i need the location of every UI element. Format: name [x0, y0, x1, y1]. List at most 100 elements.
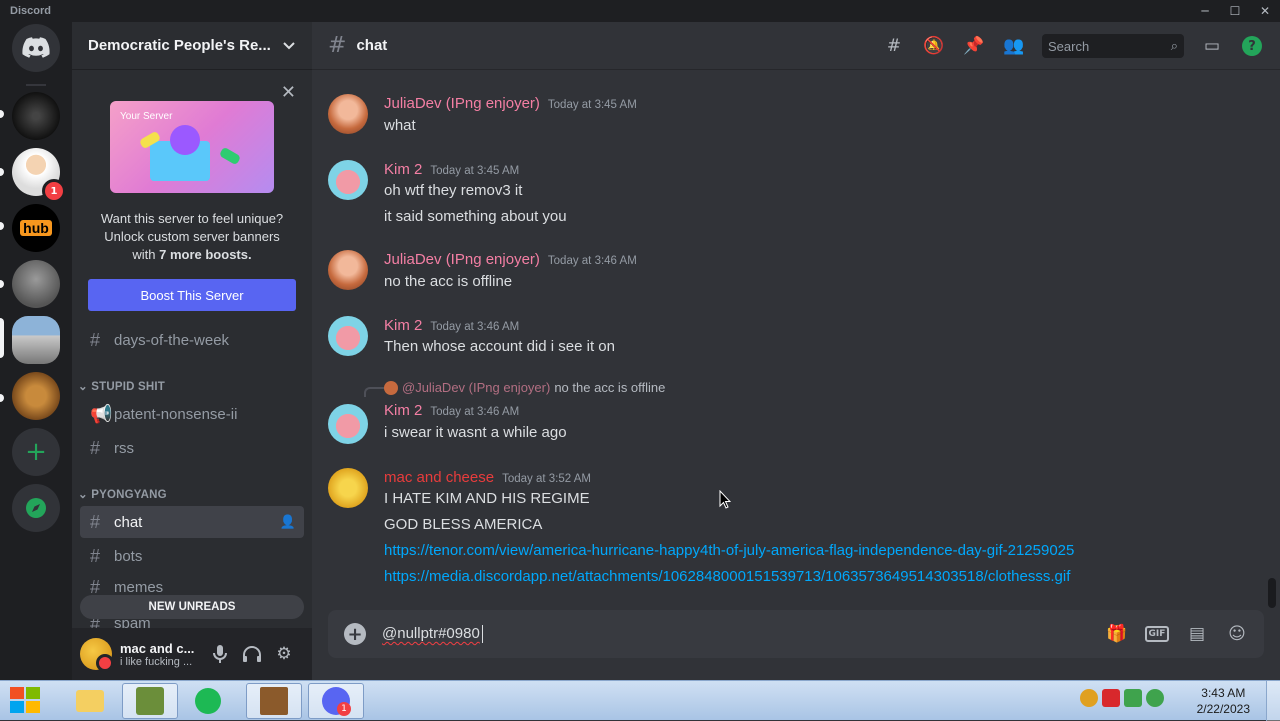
gear-icon: ⚙ [276, 644, 292, 664]
new-unreads-button[interactable]: NEW UNREADS [80, 595, 304, 619]
server-name: Democratic People's Re... [88, 37, 271, 54]
minimize-button[interactable]: ─ [1190, 0, 1220, 22]
message-text: no the acc is offline [384, 273, 513, 290]
message-text: GOD BLESS AMERICA [384, 516, 543, 533]
reply-reference[interactable]: @JuliaDev (IPng enjoyer) no the acc is o… [384, 380, 665, 395]
server-logo-icon: hub [20, 220, 52, 236]
author-name[interactable]: Kim 2 [384, 402, 422, 419]
timestamp: Today at 3:46 AM [430, 406, 520, 418]
channel-bots[interactable]: # bots [80, 540, 304, 572]
author-name[interactable]: Kim 2 [384, 161, 422, 178]
taskbar-discord[interactable]: 1 [308, 683, 364, 719]
create-invite-icon[interactable]: 👤 [280, 514, 296, 530]
member-list-button[interactable]: 👥 [1002, 34, 1026, 58]
server-header[interactable]: Democratic People's Re... [72, 22, 312, 70]
category-label: STUPID SHIT [91, 381, 165, 393]
message-input-text: @nullptr#0980 [382, 624, 480, 642]
channel-days-of-the-week[interactable]: # days-of-the-week [80, 324, 304, 356]
timestamp: Today at 3:45 AM [430, 165, 520, 177]
server-icon-active[interactable] [12, 316, 60, 364]
show-desktop-button[interactable] [1266, 681, 1280, 721]
message: Kim 2 Today at 3:45 AM oh wtf they remov… [328, 160, 1258, 230]
network-icon[interactable] [1124, 689, 1142, 707]
sticker-button[interactable]: ▤ [1184, 621, 1210, 647]
user-settings-button[interactable]: ⚙ [268, 638, 300, 670]
app-icon [136, 687, 164, 715]
start-button[interactable] [8, 685, 46, 717]
user-info[interactable]: mac and c... i like fucking ... [120, 641, 204, 668]
author-avatar[interactable] [328, 316, 368, 356]
message: mac and cheese Today at 3:52 AM I HATE K… [328, 468, 1258, 588]
hash-icon: # [90, 511, 101, 532]
unread-pill [0, 394, 4, 402]
volume-icon[interactable] [1146, 689, 1164, 707]
mute-microphone-button[interactable] [204, 638, 236, 670]
author-name[interactable]: JuliaDev (IPng enjoyer) [384, 95, 540, 112]
chat-area: # chat # 🔕 📌 👥 Search ⌕ ▭ ? JuliaDev (IP… [312, 22, 1280, 680]
window-titlebar: Discord ─ ☐ ✕ [0, 0, 1280, 22]
message-input[interactable]: @nullptr#0980 [382, 624, 1104, 644]
tray-app-icon[interactable] [1080, 689, 1098, 707]
help-icon: ? [1242, 36, 1262, 56]
maximize-button[interactable]: ☐ [1220, 0, 1250, 22]
system-tray [1080, 689, 1164, 707]
pin-icon: 📌 [963, 36, 985, 56]
help-button[interactable]: ? [1240, 34, 1264, 58]
pinned-messages-button[interactable]: 📌 [962, 34, 986, 58]
deafen-button[interactable] [236, 638, 268, 670]
taskbar-clock[interactable]: 3:43 AM 2/22/2023 [1197, 685, 1250, 717]
channel-rss[interactable]: # rss [80, 432, 304, 464]
direct-messages-button[interactable] [12, 24, 60, 72]
upload-button[interactable]: + [344, 623, 366, 645]
server-icon-burger[interactable] [12, 372, 60, 420]
action-center-flag-icon[interactable] [1102, 689, 1120, 707]
channel-sidebar: Democratic People's Re... ✕ Your Server … [72, 22, 312, 680]
taskbar-minecraft[interactable] [246, 683, 302, 719]
message-link[interactable]: https://tenor.com/view/america-hurricane… [384, 542, 1074, 559]
threads-icon: # [886, 36, 902, 56]
emoji-button[interactable]: ☺ [1224, 621, 1250, 647]
server-icon-orange[interactable]: hub [12, 204, 60, 252]
user-avatar[interactable] [80, 638, 114, 672]
crafting-table-icon [260, 687, 288, 715]
gif-icon: GIF [1144, 626, 1170, 642]
taskbar-spotify[interactable] [180, 683, 236, 719]
message-link[interactable]: https://media.discordapp.net/attachments… [384, 568, 1070, 585]
boost-illustration: Your Server [110, 101, 274, 193]
server-icon-photo[interactable] [12, 260, 60, 308]
author-avatar[interactable] [328, 250, 368, 290]
author-avatar[interactable] [328, 94, 368, 134]
custom-status: i like fucking ... [120, 655, 193, 668]
taskbar-badge: 1 [337, 702, 351, 716]
emoji-icon: ☺ [1228, 624, 1246, 644]
category-stupid-shit[interactable]: ⌄ STUPID SHIT [78, 379, 165, 393]
channel-patent-nonsense-ii[interactable]: 📢 patent-nonsense-ii [80, 398, 304, 430]
author-avatar[interactable] [328, 160, 368, 200]
close-window-button[interactable]: ✕ [1250, 0, 1280, 22]
gif-button[interactable]: GIF [1144, 621, 1170, 647]
close-promo-icon[interactable]: ✕ [281, 82, 296, 103]
reply-author: @JuliaDev (IPng enjoyer) [402, 380, 551, 395]
gift-button[interactable]: 🎁 [1104, 621, 1130, 647]
threads-button[interactable]: # [882, 34, 906, 58]
channel-chat[interactable]: # chat 👤 [80, 506, 304, 538]
server-icon-dark[interactable] [12, 92, 60, 140]
taskbar-app-green[interactable] [122, 683, 178, 719]
search-input[interactable]: Search ⌕ [1042, 34, 1184, 58]
author-name[interactable]: Kim 2 [384, 317, 422, 334]
chat-scrollbar[interactable] [1268, 578, 1276, 608]
author-avatar[interactable] [328, 404, 368, 444]
channel-title: chat [356, 37, 388, 54]
channel-label: memes [114, 578, 164, 596]
hash-icon: # [90, 437, 101, 458]
taskbar-explorer[interactable] [62, 683, 118, 719]
add-server-button[interactable]: + [12, 428, 60, 476]
explore-servers-button[interactable] [12, 484, 60, 532]
author-avatar[interactable] [328, 468, 368, 508]
author-name[interactable]: JuliaDev (IPng enjoyer) [384, 251, 540, 268]
inbox-button[interactable]: ▭ [1200, 34, 1224, 58]
boost-server-button[interactable]: Boost This Server [88, 279, 296, 311]
author-name[interactable]: mac and cheese [384, 469, 494, 486]
category-pyongyang[interactable]: ⌄ PYONGYANG [78, 487, 167, 501]
notification-settings-button[interactable]: 🔕 [922, 34, 946, 58]
